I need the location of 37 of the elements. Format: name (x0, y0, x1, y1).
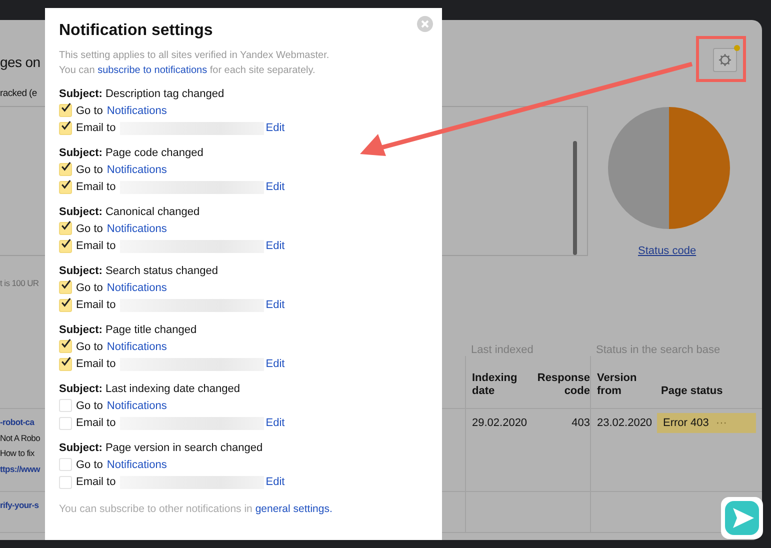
option-label: Email to (76, 122, 116, 134)
table-cell: 403 (572, 417, 590, 429)
intro-text: This setting applies to all sites verified in Yandex Webmaster. (59, 49, 330, 63)
column-header: Version from (597, 372, 638, 398)
option-label: Go to (76, 104, 103, 117)
footer-text: You can subscribe to other notifications in general settings. (59, 503, 334, 515)
subject-label: Subject: Page code changed (59, 146, 204, 161)
column-header: Page status (661, 385, 723, 398)
option-label: Go to (76, 282, 103, 294)
intro-text: You can subscribe to notifications for each site separately. (59, 64, 316, 78)
option-label: Email to (76, 181, 116, 194)
page-title-text: How to fix (0, 447, 34, 460)
subject-label: Subject: Search status changed (59, 264, 219, 279)
column-header: Indexing date (472, 372, 518, 398)
option-label: Email to (76, 240, 116, 252)
page-subheading: racked (e (0, 87, 37, 101)
table-cell: 29.02.2020 (472, 417, 528, 429)
option-label: Go to (76, 340, 103, 353)
option-label: Email to (76, 476, 116, 488)
option-label: Go to (76, 458, 103, 471)
page-title-text: Not A Robo (0, 432, 40, 444)
option-label: Email to (76, 417, 116, 430)
page-heading: ges on (0, 53, 40, 72)
column-header: Response code (537, 372, 590, 398)
subject-label: Subject: Page title changed (59, 323, 198, 338)
subject-label: Subject: Canonical changed (59, 205, 201, 220)
subject-label: Subject: Last indexing date changed (59, 382, 242, 397)
option-label: Email to (76, 299, 116, 312)
option-label: Go to (76, 164, 103, 176)
table-cell: 23.02.2020 (597, 417, 652, 429)
option-label: Go to (76, 400, 103, 412)
dialog-title: Notification settings (59, 22, 214, 40)
option-label: Go to (76, 222, 103, 235)
subject-label: Subject: Page version in search changed (59, 441, 264, 456)
subject-label: Subject: Description tag changed (59, 87, 226, 102)
option-label: Email to (76, 358, 116, 370)
limit-note: t is 100 UR (0, 278, 39, 288)
